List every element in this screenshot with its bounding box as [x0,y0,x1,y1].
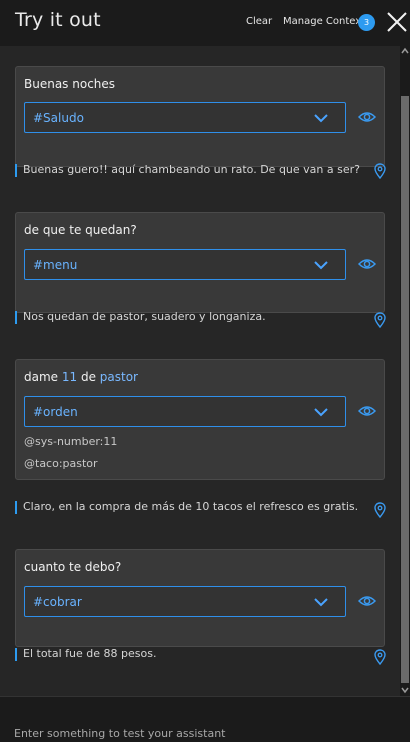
intent-dropdown[interactable]: #Saludo [24,102,346,133]
clear-button[interactable]: Clear [246,16,272,27]
eye-icon[interactable] [358,257,376,271]
user-message-card: de que te quedan? #menu [15,212,385,313]
user-message-text: de que te quedan? [24,223,137,237]
chevron-down-icon [314,261,328,270]
panel-title: Try it out [15,9,101,31]
user-message-text: cuanto te debo? [24,560,122,574]
location-pin-icon[interactable] [374,502,386,518]
panel-header: Try it out Clear Manage Context 3 [0,0,410,46]
input-area [0,696,410,742]
scroll-down-arrow-icon[interactable] [401,686,409,694]
response-marker [15,648,17,661]
close-icon[interactable] [385,10,409,34]
location-pin-icon[interactable] [374,163,386,179]
manage-context-button[interactable]: Manage Context [283,16,365,27]
intent-label: #Saludo [33,111,84,125]
detected-entity: pastor [99,370,138,384]
entity-tag[interactable]: @taco:pastor [24,457,98,470]
chevron-down-icon [314,598,328,607]
intent-dropdown[interactable]: #cobrar [24,586,346,617]
response-marker [15,311,17,324]
intent-dropdown[interactable]: #menu [24,249,346,280]
user-message-card: Buenas noches #Saludo [15,66,385,167]
scrollbar-thumb[interactable] [401,96,409,683]
assistant-response: Nos quedan de pastor, suadero y longaniz… [15,310,386,328]
location-pin-icon[interactable] [374,312,386,328]
entity-tag[interactable]: @sys-number:11 [24,435,117,448]
assistant-response: Claro, en la compra de más de 10 tacos e… [15,500,386,518]
user-message-text: dame 11 de pastor [24,370,138,384]
eye-icon[interactable] [358,594,376,608]
context-count-badge: 3 [358,14,375,31]
eye-icon[interactable] [358,110,376,124]
chevron-down-icon [314,408,328,417]
eye-icon[interactable] [358,404,376,418]
intent-label: #menu [33,258,78,272]
conversation-area: Buenas noches #Saludo Buenas guero!! aqu… [0,46,400,696]
location-pin-icon[interactable] [374,649,386,665]
intent-dropdown[interactable]: #orden [24,396,346,427]
user-message-card: cuanto te debo? #cobrar [15,549,385,647]
response-text: Nos quedan de pastor, suadero y longaniz… [23,310,266,323]
response-text: Claro, en la compra de más de 10 tacos e… [23,500,359,513]
message-input[interactable] [14,725,394,741]
assistant-response: El total fue de 88 pesos. [15,647,386,665]
user-message-card: dame 11 de pastor #orden @sys-number:11 … [15,359,385,480]
response-marker [15,501,17,514]
try-it-out-panel: Try it out Clear Manage Context 3 Buenas… [0,0,410,742]
intent-label: #orden [33,405,78,419]
chevron-down-icon [314,114,328,123]
user-message-text: Buenas noches [24,77,116,91]
response-marker [15,164,17,177]
intent-label: #cobrar [33,595,82,609]
detected-number: 11 [61,370,78,384]
response-text: Buenas guero!! aquí chambeando un rato. … [23,163,360,176]
response-text: El total fue de 88 pesos. [23,647,157,660]
scroll-up-arrow-icon[interactable] [401,47,409,55]
assistant-response: Buenas guero!! aquí chambeando un rato. … [15,163,386,179]
